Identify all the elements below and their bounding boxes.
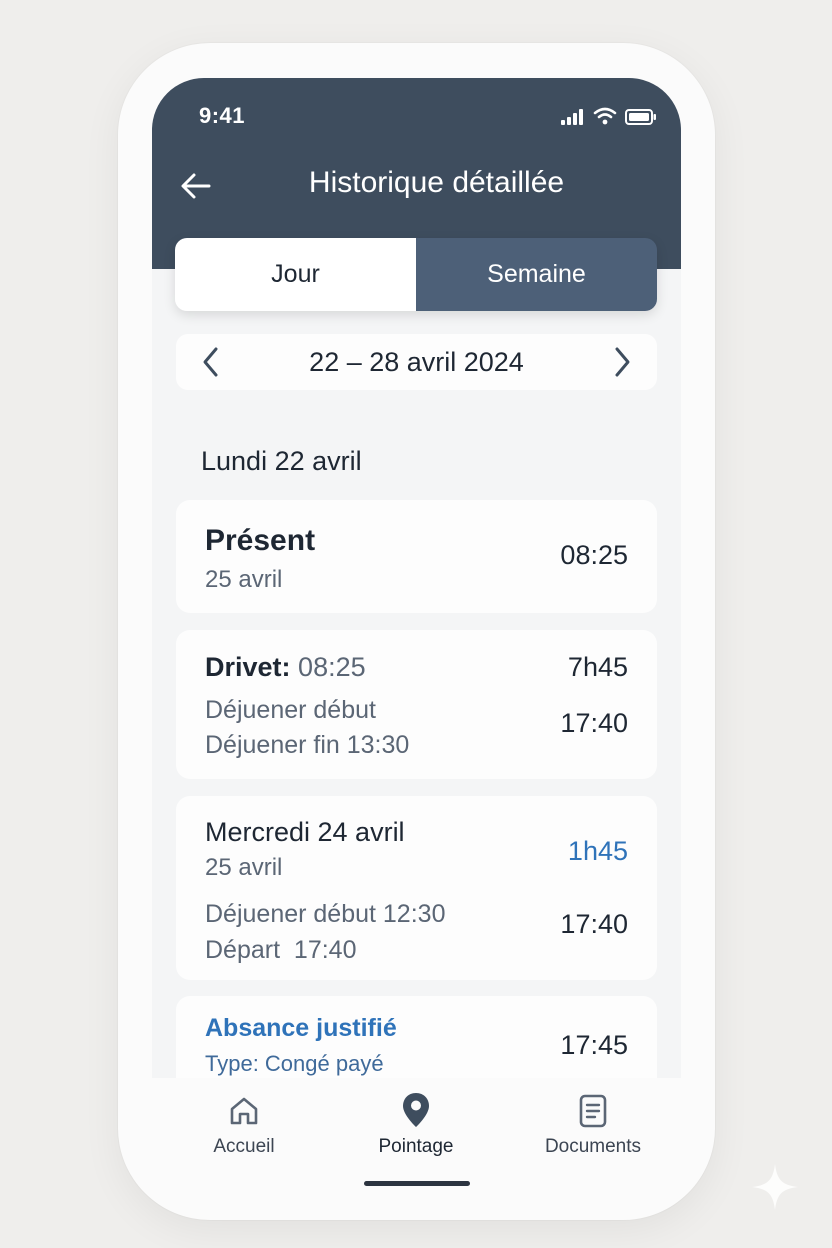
attendance-card-drivet[interactable]: Drivet: 08:25 7h45 Déjuener début Déjuen… bbox=[176, 630, 657, 779]
card-time: 08:25 bbox=[560, 540, 628, 570]
lunch-start: Déjuener début bbox=[205, 696, 376, 724]
card-title: Absance justifié bbox=[205, 1014, 397, 1042]
employee-name: Drivet: bbox=[205, 652, 291, 682]
lunch-end: Déjuener fin 13:30 bbox=[205, 731, 410, 759]
lunch-start: Déjuener début 12:30 bbox=[205, 900, 446, 928]
nav-documents[interactable]: Documents bbox=[523, 1094, 663, 1158]
end-time: 17:40 bbox=[560, 909, 628, 939]
absence-type: Type: Congé payé bbox=[205, 1051, 384, 1076]
card-time: 17:45 bbox=[560, 1030, 628, 1060]
arrival-time: 08:25 bbox=[298, 652, 366, 682]
end-time: 17:40 bbox=[560, 708, 628, 738]
previous-week-button[interactable] bbox=[194, 345, 228, 379]
date-range-selector: 22 – 28 avril 2024 bbox=[176, 334, 657, 390]
tab-jour[interactable]: Jour bbox=[175, 238, 416, 311]
bottom-navigation: Accueil Pointage Documents bbox=[152, 1078, 681, 1188]
status-icons bbox=[561, 107, 657, 130]
card-title: Mercredi 24 avril bbox=[205, 817, 405, 847]
chevron-right-icon bbox=[615, 347, 630, 377]
card-date: 25 avril bbox=[205, 566, 283, 593]
departure-time: Départ 17:40 bbox=[205, 936, 357, 964]
worked-duration: 7h45 bbox=[567, 652, 628, 682]
worked-duration: 1h45 bbox=[567, 836, 628, 866]
page-title: Historique détaillée bbox=[308, 166, 565, 199]
tab-semaine[interactable]: Semaine bbox=[416, 238, 657, 311]
home-icon bbox=[230, 1097, 258, 1125]
back-button[interactable] bbox=[178, 168, 214, 204]
nav-label: Documents bbox=[544, 1136, 642, 1157]
location-pin-icon bbox=[403, 1093, 429, 1127]
card-title: Présent bbox=[205, 524, 316, 557]
home-indicator bbox=[364, 1181, 470, 1186]
nav-pointage[interactable]: Pointage bbox=[346, 1092, 486, 1158]
attendance-card-wednesday[interactable]: Mercredi 24 avril 25 avril 1h45 Déjuener… bbox=[176, 796, 657, 980]
chevron-left-icon bbox=[203, 347, 218, 377]
day-heading: Lundi 22 avril bbox=[201, 446, 362, 476]
nav-label: Pointage bbox=[378, 1136, 454, 1157]
wifi-icon bbox=[593, 107, 617, 130]
next-week-button[interactable] bbox=[605, 345, 639, 379]
sparkle-icon bbox=[750, 1162, 800, 1217]
arrow-left-icon bbox=[181, 173, 211, 199]
status-time: 9:41 bbox=[199, 103, 246, 128]
nav-label: Accueil bbox=[213, 1136, 275, 1157]
nav-accueil[interactable]: Accueil bbox=[174, 1094, 314, 1158]
view-toggle: Jour Semaine bbox=[175, 238, 657, 311]
app-screen: 9:41 Historique détaillée Jour Semaine 2… bbox=[152, 78, 681, 1188]
attendance-card-present[interactable]: Présent 25 avril 08:25 bbox=[176, 500, 657, 613]
document-icon bbox=[579, 1094, 607, 1128]
date-range-label: 22 – 28 avril 2024 bbox=[309, 346, 524, 377]
card-date: 25 avril bbox=[205, 854, 283, 881]
card-title: Drivet: 08:25 bbox=[205, 652, 366, 683]
signal-icon bbox=[561, 109, 585, 130]
battery-icon bbox=[625, 109, 657, 130]
